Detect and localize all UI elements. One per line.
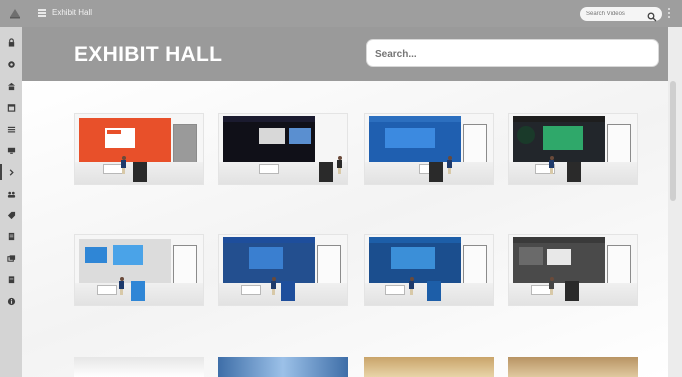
booth-screen: [543, 126, 583, 150]
booth-card[interactable]: [218, 113, 348, 185]
lock-icon[interactable]: [4, 35, 18, 49]
gear-icon[interactable]: [4, 57, 18, 71]
booth-rep: [337, 156, 342, 174]
clipboard-icon[interactable]: [4, 272, 18, 286]
booth-screen: [249, 247, 283, 269]
page-header: EXHIBIT HALL: [22, 27, 682, 81]
booth-screen: [113, 245, 143, 265]
booth-counter: [531, 285, 551, 295]
people-icon[interactable]: [4, 187, 18, 201]
booth-card[interactable]: [508, 357, 638, 377]
booth-kiosk: [131, 281, 145, 301]
booth-rep: [121, 156, 126, 174]
page-title: EXHIBIT HALL: [74, 43, 223, 66]
booth-rep: [271, 277, 276, 295]
booth-logo: [107, 130, 121, 134]
booth-counter: [97, 285, 117, 295]
booth-counter: [385, 285, 405, 295]
monitor-icon[interactable]: [4, 143, 18, 157]
exhibit-search: [366, 39, 659, 67]
booth-logo: [517, 126, 535, 144]
booth-screen: [385, 128, 435, 148]
sidebar: [0, 27, 22, 377]
kebab-icon[interactable]: [667, 7, 671, 21]
scrollbar-thumb[interactable]: [670, 81, 676, 201]
tag-icon[interactable]: [4, 208, 18, 222]
booth-card[interactable]: [364, 357, 494, 377]
booth-card[interactable]: [508, 234, 638, 306]
logo-icon[interactable]: [8, 6, 22, 20]
booth-screen: [391, 247, 435, 269]
booth-card[interactable]: [508, 113, 638, 185]
booth-counter: [103, 164, 123, 174]
booth-counter: [241, 285, 261, 295]
booth-rep: [409, 277, 414, 295]
booth-kiosk: [319, 162, 333, 182]
chevron-right-icon[interactable]: [4, 165, 18, 179]
booth-card[interactable]: [74, 234, 204, 306]
booth-rep: [119, 277, 124, 295]
list-icon[interactable]: [4, 122, 18, 136]
booth-kiosk: [427, 281, 441, 301]
booth-screen: [85, 247, 107, 263]
video-search: [580, 7, 662, 22]
booth-rep: [549, 277, 554, 295]
hamburger-icon[interactable]: [38, 9, 46, 17]
document-icon[interactable]: [4, 229, 18, 243]
booth-card[interactable]: [364, 234, 494, 306]
booth-card[interactable]: [364, 113, 494, 185]
booth-card[interactable]: [74, 357, 204, 377]
booth-card[interactable]: [218, 357, 348, 377]
video-search-input[interactable]: [586, 9, 646, 19]
top-bar: Exhibit Hall: [0, 0, 682, 27]
booth-kiosk: [281, 281, 295, 301]
active-indicator: [0, 164, 2, 180]
scrollbar-track[interactable]: [668, 27, 682, 377]
booth-card[interactable]: [218, 234, 348, 306]
booth-rep: [447, 156, 452, 174]
booth-screen: [289, 128, 311, 144]
app-window: Exhibit Hall EXHIBIT HALL: [0, 0, 682, 377]
booth-counter: [259, 164, 279, 174]
booth-screen: [547, 249, 571, 265]
booth-card[interactable]: [74, 113, 204, 185]
booth-kiosk: [429, 162, 443, 182]
exhibit-search-input[interactable]: [375, 47, 645, 61]
calendar-icon[interactable]: [4, 100, 18, 114]
booth-kiosk: [567, 162, 581, 182]
booth-kiosk: [133, 162, 147, 182]
booth-rep: [549, 156, 554, 174]
booth-gallery: [22, 81, 668, 377]
info-icon[interactable]: [4, 294, 18, 308]
stack-icon[interactable]: [4, 251, 18, 265]
booth-kiosk: [565, 281, 579, 301]
search-icon[interactable]: [647, 9, 657, 22]
breadcrumb: Exhibit Hall: [52, 8, 93, 17]
booth-screen: [259, 128, 285, 144]
booth-screen: [519, 247, 543, 265]
building-icon[interactable]: [4, 79, 18, 93]
